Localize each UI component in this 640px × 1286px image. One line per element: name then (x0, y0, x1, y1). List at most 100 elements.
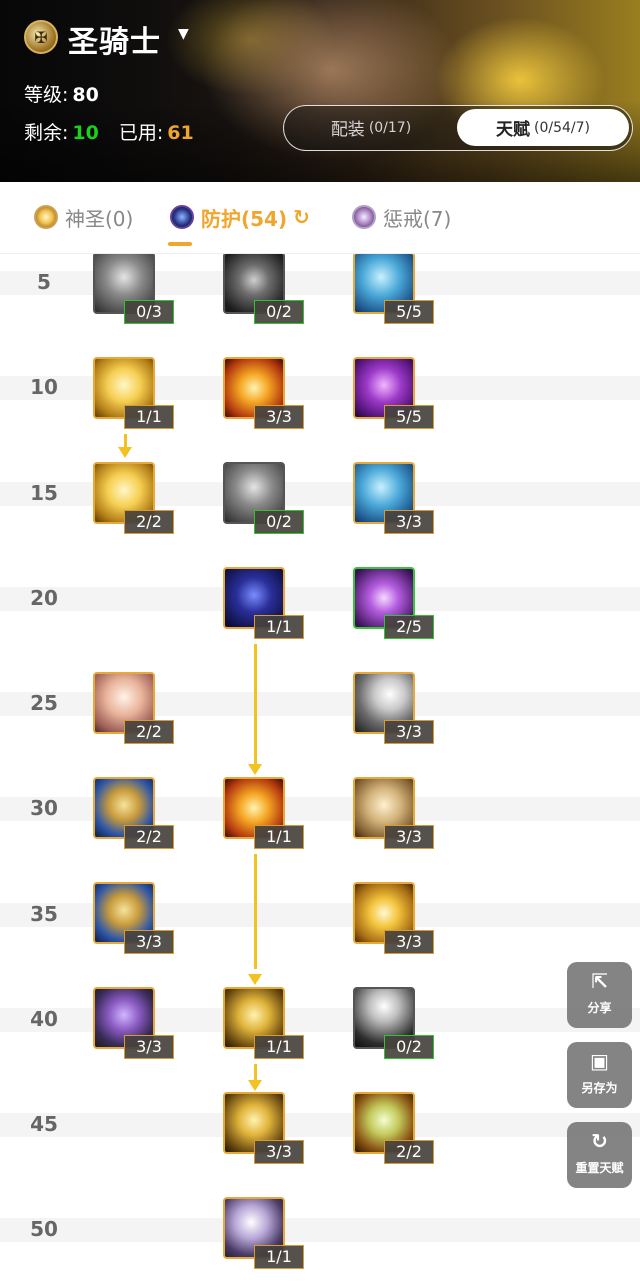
chevron-down-icon[interactable]: ▼ (178, 26, 189, 42)
talent-tree-tabs: 神圣(0) 防护(54) ↻ 惩戒(7) (0, 182, 640, 254)
level-row-label: 20 (30, 586, 58, 610)
talent-slot[interactable]: 3/3 (353, 882, 434, 954)
protection-tree-icon (170, 205, 194, 229)
tab-protection-label: 防护(54) (201, 206, 288, 231)
level-row-label: 30 (30, 796, 58, 820)
retribution-tree-icon (352, 205, 376, 229)
talent-slot[interactable]: 3/3 (353, 462, 434, 534)
class-header: ✠ 圣骑士 ▼ 等级: 80 剩余: 10 已用: 61 配装 (0/17) 天赋 (0/5… (0, 0, 640, 182)
tab-holy[interactable]: 神圣(0) (34, 202, 133, 232)
gear-tab[interactable]: 配装 (0/17) (284, 106, 458, 149)
talent-tab[interactable]: 天赋 (0/54/7) (457, 109, 629, 146)
save-icon: ▣ (590, 1049, 609, 1073)
talent-dependency-line (254, 1064, 257, 1080)
tab-holy-label: 神圣(0) (65, 206, 134, 231)
talent-slot[interactable]: 1/1 (223, 987, 304, 1059)
talent-rank: 3/3 (124, 1035, 174, 1059)
class-name[interactable]: 圣骑士 (68, 17, 161, 61)
talent-rank: 3/3 (124, 930, 174, 954)
talent-rank: 1/1 (254, 615, 304, 639)
talent-dependency-arrow (248, 1080, 262, 1091)
talent-slot[interactable]: 2/2 (93, 672, 174, 744)
talent-rank: 0/3 (124, 300, 174, 324)
talent-slot[interactable]: 5/5 (353, 254, 434, 324)
talent-rank: 3/3 (254, 1140, 304, 1164)
share-icon: ⇱ (591, 969, 608, 993)
talent-slot[interactable]: 0/3 (93, 254, 174, 324)
talent-slot[interactable]: 3/3 (93, 882, 174, 954)
talent-dependency-line (254, 854, 257, 969)
talent-slot[interactable]: 5/5 (353, 357, 434, 429)
tab-retribution[interactable]: 惩戒(7) (352, 202, 451, 232)
level-row-label: 45 (30, 1112, 58, 1136)
level-row-label: 15 (30, 481, 58, 505)
remaining-value: 10 (72, 122, 99, 144)
row-stripe (0, 1218, 640, 1242)
talent-rank: 0/2 (254, 300, 304, 324)
talent-rank: 2/2 (384, 1140, 434, 1164)
row-stripe (0, 1113, 640, 1137)
talent-rank: 1/1 (254, 825, 304, 849)
talent-rank: 3/3 (254, 405, 304, 429)
level-value: 80 (72, 84, 99, 106)
talent-rank: 3/3 (384, 825, 434, 849)
talent-rank: 2/2 (124, 510, 174, 534)
gear-tab-label: 配装 (330, 120, 365, 140)
talent-slot[interactable]: 2/2 (93, 462, 174, 534)
save-as-button[interactable]: ▣ 另存为 (567, 1042, 632, 1108)
talent-rank: 5/5 (384, 405, 434, 429)
active-tab-underline (168, 242, 192, 246)
talent-slot[interactable]: 1/1 (93, 357, 174, 429)
talent-slot[interactable]: 0/2 (223, 254, 304, 324)
row-stripe (0, 587, 640, 611)
talent-slot[interactable]: 3/3 (223, 357, 304, 429)
talent-dependency-arrow (118, 447, 132, 458)
remaining-label: 剩余: (24, 122, 69, 144)
talent-slot[interactable]: 2/5 (353, 567, 434, 639)
talent-rank: 5/5 (384, 300, 434, 324)
talent-slot[interactable]: 0/2 (353, 987, 434, 1059)
refresh-icon[interactable]: ↻ (293, 205, 310, 229)
level-label: 等级: (24, 84, 69, 106)
talent-slot[interactable]: 3/3 (353, 672, 434, 744)
talent-slot[interactable]: 2/2 (353, 1092, 434, 1164)
talent-slot[interactable]: 0/2 (223, 462, 304, 534)
talent-rank: 1/1 (254, 1245, 304, 1269)
talent-slot[interactable]: 1/1 (223, 777, 304, 849)
talent-slot[interactable]: 1/1 (223, 1197, 304, 1269)
reset-talents-label: 重置天赋 (575, 1161, 624, 1175)
talent-dependency-line (254, 644, 257, 764)
talent-rank: 2/2 (124, 825, 174, 849)
level-row-label: 10 (30, 375, 58, 399)
points-info: 剩余: 10 已用: 61 (24, 118, 194, 145)
tab-protection[interactable]: 防护(54) ↻ (170, 202, 310, 232)
level-info: 等级: 80 (24, 80, 99, 107)
level-row-label: 35 (30, 902, 58, 926)
reset-icon: ↻ (591, 1129, 608, 1153)
reset-talents-button[interactable]: ↻ 重置天赋 (567, 1122, 632, 1188)
talent-slot[interactable]: 1/1 (223, 567, 304, 639)
used-value: 61 (167, 122, 194, 144)
talent-rank: 2/5 (384, 615, 434, 639)
level-row-label: 50 (30, 1217, 58, 1241)
save-as-label: 另存为 (581, 1081, 618, 1095)
share-button[interactable]: ⇱ 分享 (567, 962, 632, 1028)
talent-rank: 3/3 (384, 720, 434, 744)
talent-rank: 3/3 (384, 510, 434, 534)
talent-rank: 0/2 (254, 510, 304, 534)
talent-dependency-arrow (248, 974, 262, 985)
talent-rank: 0/2 (384, 1035, 434, 1059)
talent-rank: 3/3 (384, 930, 434, 954)
level-row-label: 25 (30, 691, 58, 715)
talent-dependency-arrow (248, 764, 262, 775)
talent-tab-count: (0/54/7) (534, 119, 590, 136)
talent-rank: 1/1 (254, 1035, 304, 1059)
talent-slot[interactable]: 2/2 (93, 777, 174, 849)
talent-rank: 2/2 (124, 720, 174, 744)
talent-slot[interactable]: 3/3 (353, 777, 434, 849)
share-label: 分享 (587, 1001, 612, 1015)
talent-slot[interactable]: 3/3 (223, 1092, 304, 1164)
used-label: 已用: (118, 122, 164, 144)
talent-slot[interactable]: 3/3 (93, 987, 174, 1059)
paladin-class-icon[interactable]: ✠ (24, 20, 58, 54)
